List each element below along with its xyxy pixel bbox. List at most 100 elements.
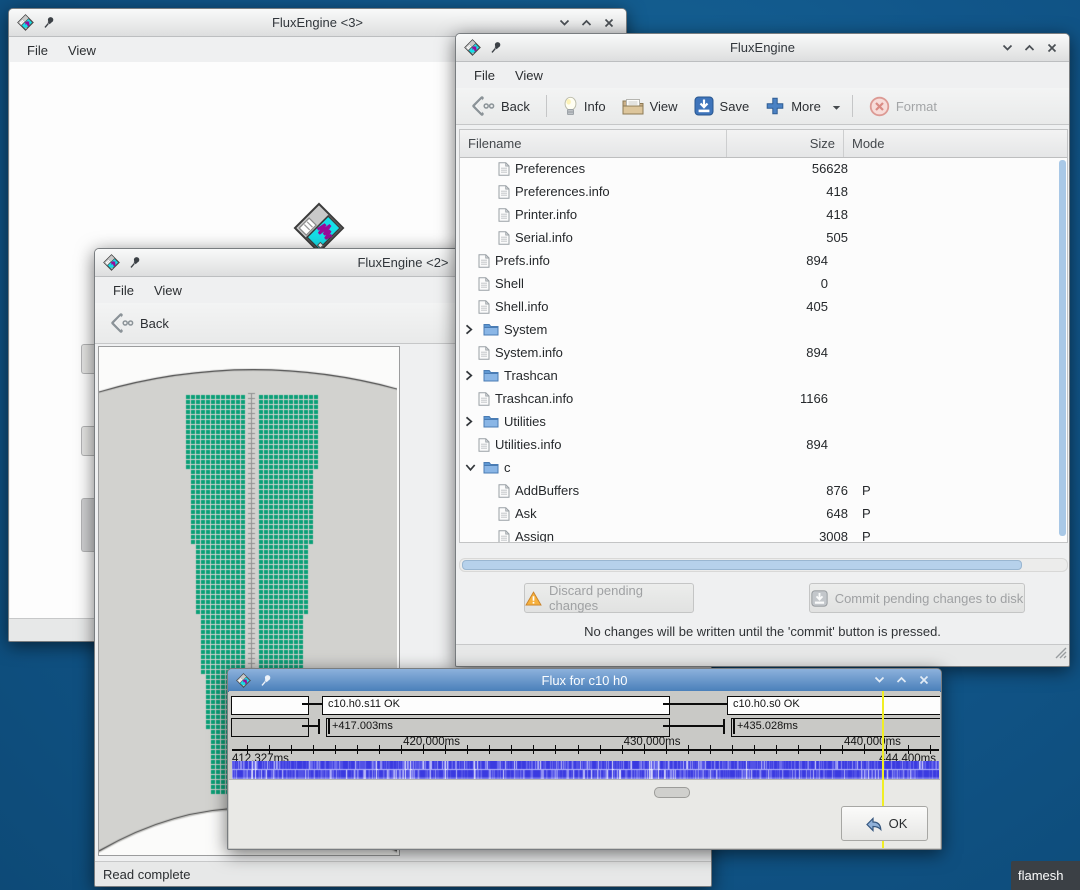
discard-pending-button[interactable]: Discard pending changes bbox=[524, 583, 694, 613]
warning-icon bbox=[525, 591, 542, 606]
table-row[interactable]: Trashcan bbox=[460, 364, 1059, 387]
format-icon bbox=[869, 96, 890, 117]
axis-tick bbox=[335, 745, 336, 754]
save-label: Save bbox=[720, 99, 750, 114]
pin-icon[interactable] bbox=[129, 256, 141, 269]
table-row[interactable]: Trashcan.info1166 bbox=[460, 387, 1059, 410]
back-button[interactable]: Back bbox=[101, 308, 177, 338]
record-box-r2[interactable]: +435.028ms bbox=[731, 718, 940, 737]
table-row[interactable]: Prefs.info894 bbox=[460, 249, 1059, 272]
close-button[interactable] bbox=[918, 675, 929, 686]
table-row[interactable]: c bbox=[460, 456, 1059, 479]
statusbar: Read complete bbox=[95, 861, 711, 886]
axis-tick bbox=[930, 745, 931, 754]
tree-expand-icon[interactable] bbox=[465, 416, 478, 427]
sector-box-partial[interactable] bbox=[231, 696, 309, 715]
table-row[interactable]: Ask648P bbox=[460, 502, 1059, 525]
menu-file[interactable]: File bbox=[17, 39, 58, 62]
file-name-cell: Prefs.info bbox=[460, 253, 728, 268]
titlebar-fluxengine-main[interactable]: FluxEngine bbox=[456, 34, 1069, 62]
file-name-cell: Assign bbox=[460, 529, 748, 542]
menu-view[interactable]: View bbox=[144, 279, 192, 302]
pin-icon[interactable] bbox=[490, 41, 502, 54]
info-button[interactable]: Info bbox=[555, 92, 614, 121]
sector-box-s0[interactable]: c10.h0.s0 OK bbox=[727, 696, 940, 715]
pin-icon[interactable] bbox=[43, 16, 55, 29]
tree-collapse-icon[interactable] bbox=[465, 463, 478, 472]
pin-icon[interactable] bbox=[260, 674, 272, 687]
table-row[interactable]: System.info894 bbox=[460, 341, 1059, 364]
more-dropdown-arrow[interactable] bbox=[829, 95, 844, 118]
table-row[interactable]: Serial.info505 bbox=[460, 226, 1059, 249]
menu-file[interactable]: File bbox=[103, 279, 144, 302]
column-header-filename[interactable]: Filename bbox=[460, 130, 727, 157]
file-name-cell: Trashcan bbox=[460, 368, 715, 383]
format-button[interactable]: Format bbox=[861, 92, 945, 121]
minimize-button[interactable] bbox=[559, 17, 570, 28]
window-title: FluxEngine bbox=[516, 40, 1009, 55]
close-button[interactable] bbox=[603, 17, 614, 28]
tree-expand-icon[interactable] bbox=[465, 370, 478, 381]
axis-tick bbox=[710, 745, 711, 754]
table-row[interactable]: Assign3008P bbox=[460, 525, 1059, 542]
menu-file[interactable]: File bbox=[464, 64, 505, 87]
table-row[interactable]: Preferences56628 bbox=[460, 157, 1059, 180]
sector-box-s11[interactable]: c10.h0.s11 OK bbox=[322, 696, 670, 715]
file-size: 418 bbox=[748, 184, 852, 199]
file-mode: P bbox=[852, 506, 871, 521]
axis-tick bbox=[622, 745, 623, 754]
close-button[interactable] bbox=[1046, 42, 1057, 53]
back-button[interactable]: Back bbox=[462, 91, 538, 121]
file-name: Trashcan.info bbox=[495, 391, 573, 406]
discard-label: Discard pending changes bbox=[549, 583, 693, 613]
tree-expand-icon[interactable] bbox=[465, 324, 478, 335]
menu-view[interactable]: View bbox=[58, 39, 106, 62]
table-row[interactable]: Utilities.info894 bbox=[460, 433, 1059, 456]
ok-button[interactable]: OK bbox=[841, 806, 928, 841]
column-header-mode[interactable]: Mode bbox=[844, 130, 1067, 157]
save-button[interactable]: Save bbox=[686, 92, 758, 120]
table-row[interactable]: Utilities bbox=[460, 410, 1059, 433]
file-name: System bbox=[504, 322, 547, 337]
table-row[interactable]: AddBuffers876P bbox=[460, 479, 1059, 502]
record-box-r1[interactable]: +417.003ms bbox=[326, 718, 670, 737]
view-button[interactable]: View bbox=[614, 93, 686, 120]
titlebar-flux-viewer[interactable]: Flux for c10 h0 bbox=[228, 669, 941, 692]
file-size: 3008 bbox=[748, 529, 852, 542]
vertical-scrollbar-thumb[interactable] bbox=[1059, 160, 1066, 536]
more-button[interactable]: More bbox=[757, 92, 829, 120]
table-row[interactable]: Preferences.info418 bbox=[460, 180, 1059, 203]
minimize-button[interactable] bbox=[1002, 42, 1013, 53]
flux-content: c10.h0.s11 OK c10.h0.s0 OK +417.003ms +4… bbox=[229, 691, 940, 848]
axis-tick bbox=[600, 745, 601, 754]
axis-tick bbox=[842, 745, 843, 754]
file-icon bbox=[478, 254, 490, 268]
resize-grip[interactable] bbox=[1053, 645, 1067, 664]
commit-pending-button[interactable]: Commit pending changes to disk bbox=[809, 583, 1025, 613]
column-header-size[interactable]: Size bbox=[727, 130, 844, 157]
record-box-partial[interactable] bbox=[231, 718, 309, 737]
maximize-button[interactable] bbox=[581, 17, 592, 28]
table-row[interactable]: Shell0 bbox=[460, 272, 1059, 295]
vertical-scrollbar[interactable] bbox=[1059, 158, 1066, 540]
file-name-cell: System.info bbox=[460, 345, 728, 360]
file-name-cell: Shell.info bbox=[460, 299, 728, 314]
folder-icon bbox=[483, 415, 499, 428]
table-row[interactable]: System bbox=[460, 318, 1059, 341]
info-icon bbox=[563, 96, 578, 117]
horizontal-scrollbar[interactable] bbox=[459, 558, 1068, 572]
horizontal-scrollbar-thumb[interactable] bbox=[462, 560, 1022, 570]
file-name: Prefs.info bbox=[495, 253, 550, 268]
menu-view[interactable]: View bbox=[505, 64, 553, 87]
maximize-button[interactable] bbox=[896, 675, 907, 686]
file-name: Utilities.info bbox=[495, 437, 561, 452]
splitter-handle[interactable] bbox=[654, 787, 690, 798]
file-name-cell: Trashcan.info bbox=[460, 391, 728, 406]
flux-density-band[interactable] bbox=[232, 761, 939, 779]
minimize-button[interactable] bbox=[874, 675, 885, 686]
table-row[interactable]: Printer.info418 bbox=[460, 203, 1059, 226]
file-mode: P bbox=[852, 529, 871, 542]
table-row[interactable]: Shell.info405 bbox=[460, 295, 1059, 318]
maximize-button[interactable] bbox=[1024, 42, 1035, 53]
file-size: 648 bbox=[748, 506, 852, 521]
